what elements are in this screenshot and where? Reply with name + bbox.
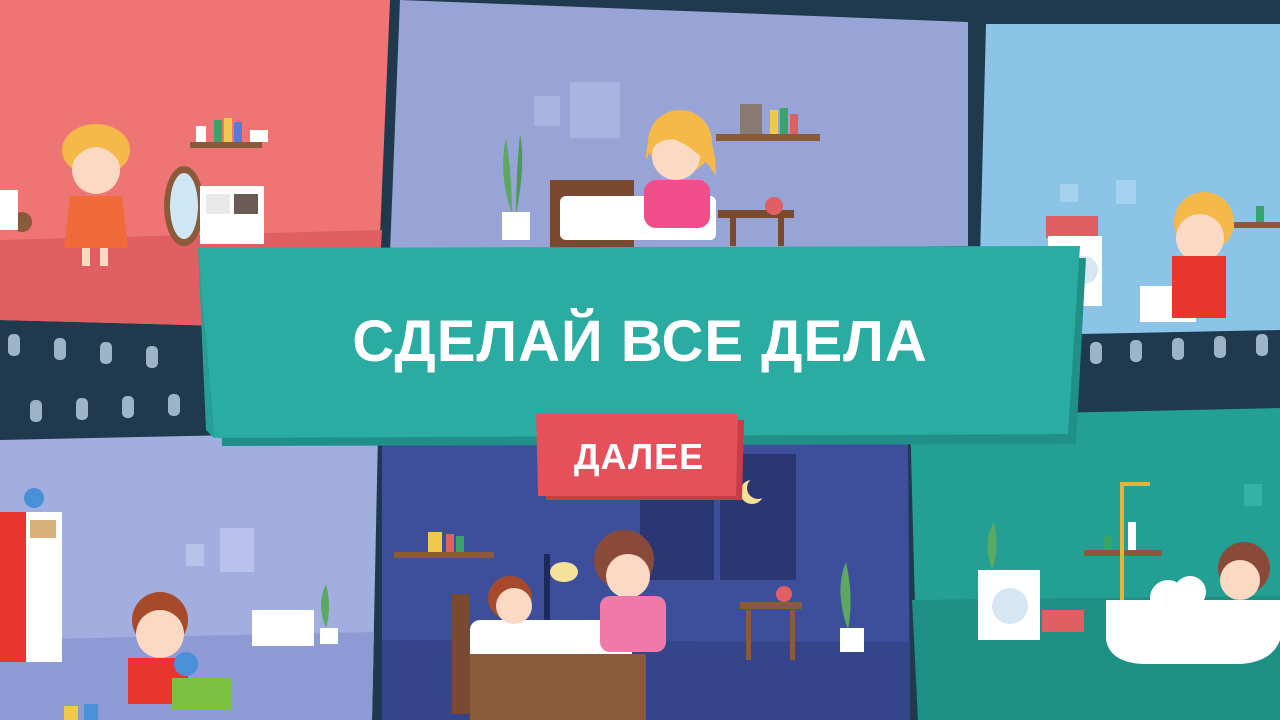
next-button-label: ДАЛЕЕ bbox=[573, 436, 705, 477]
scene-bath-time bbox=[910, 408, 1280, 720]
next-button[interactable]: ДАЛЕЕ bbox=[536, 414, 742, 498]
title-area: СДЕЛАЙ ВСЕ ДЕЛА bbox=[200, 248, 1080, 438]
scene-tidy-toys bbox=[0, 432, 378, 720]
page-title: СДЕЛАЙ ВСЕ ДЕЛА bbox=[352, 309, 928, 374]
scene-make-bed bbox=[390, 0, 968, 252]
